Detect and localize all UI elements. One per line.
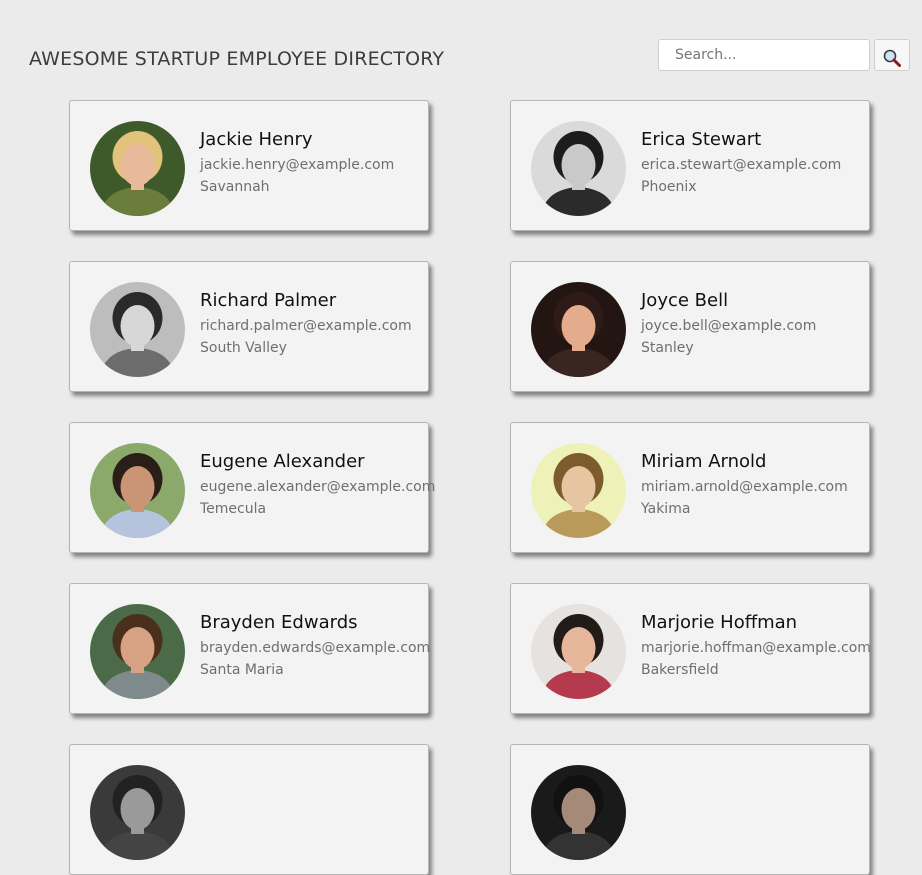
employee-info: Erica Stewart erica.stewart@example.com Ph… [641, 127, 865, 201]
employee-name: Jackie Henry [200, 129, 313, 150]
employee-info: Jackie Henry jackie.henry@example.com Sava… [200, 127, 424, 201]
employee-email: joyce.bell@example.com [641, 318, 817, 334]
employee-info: Richard Palmer richard.palmer@example.com… [200, 288, 424, 362]
employee-info [641, 771, 865, 778]
avatar [90, 604, 185, 699]
employee-info: Brayden Edwards brayden.edwards@example.c… [200, 610, 431, 684]
employee-card[interactable]: Brayden Edwards brayden.edwards@example.c… [69, 583, 431, 714]
employee-city: Temecula [200, 501, 267, 517]
employee-city: Phoenix [641, 179, 697, 195]
employee-card[interactable]: Erica Stewart erica.stewart@example.com Ph… [510, 100, 870, 231]
avatar [90, 121, 185, 216]
employee-email: brayden.edwards@example.com [200, 640, 431, 656]
employee-card[interactable]: Jackie Henry jackie.henry@example.com Sava… [69, 100, 429, 231]
employee-city: Santa Maria [200, 662, 284, 678]
employee-email: eugene.alexander@example.com [200, 479, 436, 495]
employee-name: Erica Stewart [641, 129, 762, 150]
employee-card[interactable]: Joyce Bell joyce.bell@example.com Stanley [510, 261, 870, 392]
employee-city: South Valley [200, 340, 287, 356]
employee-name: Eugene Alexander [200, 451, 365, 472]
employee-card[interactable]: Eugene Alexander eugene.alexander@example… [69, 422, 436, 553]
employee-email: jackie.henry@example.com [200, 157, 395, 173]
employee-email: miriam.arnold@example.com [641, 479, 848, 495]
employee-name: Marjorie Hoffman [641, 612, 798, 633]
avatar [90, 765, 185, 860]
avatar [531, 443, 626, 538]
employee-name: Richard Palmer [200, 290, 337, 311]
avatar [90, 443, 185, 538]
avatar [90, 282, 185, 377]
employee-grid: Jackie Henry jackie.henry@example.com Sava… [0, 0, 922, 875]
employee-card[interactable] [510, 744, 870, 875]
avatar [531, 282, 626, 377]
employee-city: Bakersfield [641, 662, 719, 678]
employee-info [200, 771, 424, 778]
employee-card[interactable]: Marjorie Hoffman marjorie.hoffman@example… [510, 583, 871, 714]
employee-name: Joyce Bell [641, 290, 729, 311]
employee-email: erica.stewart@example.com [641, 157, 842, 173]
employee-email: richard.palmer@example.com [200, 318, 412, 334]
employee-card[interactable]: Miriam Arnold miriam.arnold@example.com Ya… [510, 422, 870, 553]
avatar [531, 121, 626, 216]
employee-city: Yakima [641, 501, 691, 517]
employee-card[interactable]: Richard Palmer richard.palmer@example.com… [69, 261, 429, 392]
employee-info: Eugene Alexander eugene.alexander@example… [200, 449, 436, 523]
avatar [531, 604, 626, 699]
employee-name: Miriam Arnold [641, 451, 767, 472]
employee-info: Miriam Arnold miriam.arnold@example.com Ya… [641, 449, 865, 523]
avatar [531, 765, 626, 860]
employee-info: Marjorie Hoffman marjorie.hoffman@example… [641, 610, 871, 684]
employee-city: Stanley [641, 340, 694, 356]
employee-card[interactable] [69, 744, 429, 875]
employee-info: Joyce Bell joyce.bell@example.com Stanley [641, 288, 865, 362]
employee-name: Brayden Edwards [200, 612, 358, 633]
employee-email: marjorie.hoffman@example.com [641, 640, 871, 656]
employee-city: Savannah [200, 179, 270, 195]
